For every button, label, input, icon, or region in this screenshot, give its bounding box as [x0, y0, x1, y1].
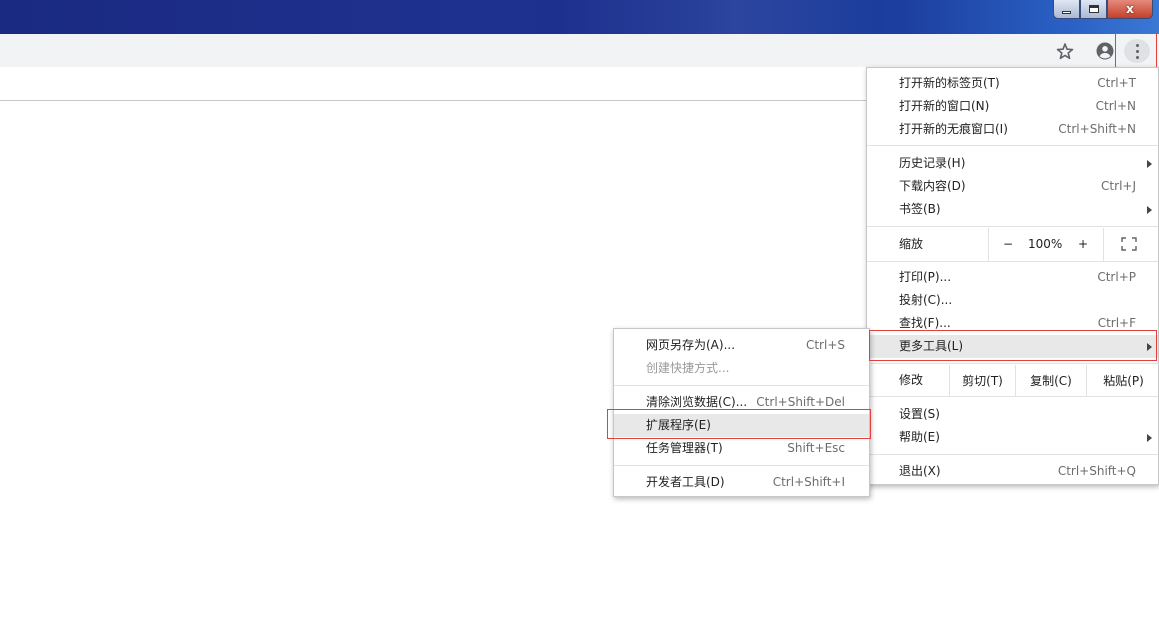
window-title-bar: x — [0, 0, 1159, 34]
menu-item-downloads[interactable]: 下载内容(D) Ctrl+J — [867, 175, 1158, 198]
menu-item-label: 投射(C)... — [899, 293, 953, 307]
extensions-highlight — [607, 409, 871, 439]
submenu-item-dev-tools[interactable]: 开发者工具(D) Ctrl+Shift+I — [614, 471, 869, 494]
zoom-level: 100% — [1028, 237, 1063, 251]
edit-row: 修改 剪切(T) 复制(C) 粘贴(P) — [867, 365, 1158, 396]
cut-button[interactable]: 剪切(T) — [949, 365, 1015, 396]
menu-item-shortcut: Ctrl+P — [1097, 270, 1136, 284]
menu-item-label: 开发者工具(D) — [646, 475, 725, 489]
submenu-arrow-icon — [1147, 160, 1152, 168]
submenu-arrow-icon — [1147, 434, 1152, 442]
menu-separator — [867, 261, 1158, 262]
menu-item-exit[interactable]: 退出(X) Ctrl+Shift+Q — [867, 460, 1158, 483]
paste-button[interactable]: 粘贴(P) — [1086, 365, 1159, 396]
submenu-item-save-page[interactable]: 网页另存为(A)... Ctrl+S — [614, 334, 869, 357]
menu-item-print[interactable]: 打印(P)... Ctrl+P — [867, 266, 1158, 289]
menu-separator — [614, 465, 869, 466]
star-icon[interactable] — [1055, 41, 1075, 61]
menu-item-shortcut: Ctrl+N — [1095, 99, 1136, 113]
submenu-item-create-shortcut: 创建快捷方式... — [614, 357, 869, 380]
menu-item-shortcut: Ctrl+Shift+Del — [756, 395, 845, 409]
menu-item-settings[interactable]: 设置(S) — [867, 403, 1158, 426]
menu-item-new-window[interactable]: 打开新的窗口(N) Ctrl+N — [867, 95, 1158, 118]
menu-item-new-tab[interactable]: 打开新的标签页(T) Ctrl+T — [867, 72, 1158, 95]
zoom-label: 缩放 — [899, 237, 924, 251]
zoom-out-button[interactable]: − — [1003, 237, 1013, 252]
menu-item-label: 书签(B) — [899, 202, 941, 216]
copy-label: 复制(C) — [1030, 374, 1072, 388]
menu-item-label: 任务管理器(T) — [646, 441, 723, 455]
menu-item-label: 打开新的窗口(N) — [899, 99, 990, 113]
menu-item-label: 历史记录(H) — [899, 156, 966, 170]
page-divider — [0, 100, 867, 101]
menu-item-shortcut: Ctrl+T — [1097, 76, 1136, 90]
close-window-button[interactable]: x — [1107, 0, 1153, 19]
menu-item-label: 清除浏览数据(C)... — [646, 395, 748, 409]
submenu-item-task-manager[interactable]: 任务管理器(T) Shift+Esc — [614, 437, 869, 460]
chrome-main-menu: 打开新的标签页(T) Ctrl+T 打开新的窗口(N) Ctrl+N 打开新的无… — [866, 67, 1159, 485]
menu-item-shortcut: Ctrl+Shift+Q — [1057, 464, 1136, 478]
menu-item-label: 退出(X) — [899, 464, 941, 478]
window-controls: x — [1053, 0, 1153, 19]
menu-item-label: 创建快捷方式... — [646, 361, 730, 375]
menu-item-label: 帮助(E) — [899, 430, 940, 444]
submenu-arrow-icon — [1147, 206, 1152, 214]
menu-item-label: 打开新的无痕窗口(I) — [899, 122, 1008, 136]
zoom-row: 缩放 − 100% + — [867, 228, 1158, 261]
account-circle-icon[interactable] — [1095, 41, 1115, 61]
minimize-icon — [1062, 10, 1071, 14]
menu-separator — [614, 385, 869, 386]
copy-button[interactable]: 复制(C) — [1015, 365, 1086, 396]
menu-item-shortcut: Ctrl+S — [805, 338, 845, 352]
more-tools-highlight — [869, 330, 1157, 361]
zoom-in-button[interactable]: + — [1078, 237, 1088, 252]
cut-label: 剪切(T) — [962, 374, 1003, 388]
menu-item-incognito[interactable]: 打开新的无痕窗口(I) Ctrl+Shift+N — [867, 118, 1158, 141]
menu-item-shortcut: Ctrl+Shift+I — [772, 475, 845, 489]
menu-button-highlight — [1115, 33, 1157, 71]
zoom-divider — [1103, 228, 1104, 261]
menu-item-label: 打开新的标签页(T) — [899, 76, 1000, 90]
menu-item-label: 打印(P)... — [899, 270, 952, 284]
menu-item-history[interactable]: 历史记录(H) — [867, 152, 1158, 175]
fullscreen-icon[interactable] — [1121, 237, 1137, 251]
menu-item-label: 查找(F)... — [899, 316, 951, 330]
menu-separator — [867, 396, 1158, 397]
menu-item-bookmarks[interactable]: 书签(B) — [867, 198, 1158, 221]
menu-item-label: 下载内容(D) — [899, 179, 966, 193]
menu-separator — [867, 454, 1158, 455]
menu-separator — [867, 145, 1158, 146]
menu-separator — [867, 363, 1158, 364]
menu-item-shortcut: Shift+Esc — [787, 441, 845, 455]
menu-item-shortcut: Ctrl+Shift+N — [1058, 122, 1136, 136]
menu-item-shortcut: Ctrl+F — [1097, 316, 1136, 330]
maximize-icon — [1088, 5, 1099, 13]
maximize-button[interactable] — [1080, 0, 1107, 19]
minimize-button[interactable] — [1053, 0, 1080, 19]
edit-label: 修改 — [899, 373, 924, 387]
paste-label: 粘贴(P) — [1103, 374, 1144, 388]
menu-item-label: 设置(S) — [899, 407, 940, 421]
browser-toolbar — [0, 34, 1159, 67]
title-bar-glow — [560, 0, 880, 34]
menu-item-shortcut: Ctrl+J — [1101, 179, 1136, 193]
menu-separator — [867, 226, 1158, 227]
menu-item-cast[interactable]: 投射(C)... — [867, 289, 1158, 312]
menu-item-label: 网页另存为(A)... — [646, 338, 736, 352]
close-icon: x — [1126, 2, 1134, 16]
zoom-divider — [988, 228, 989, 261]
menu-item-help[interactable]: 帮助(E) — [867, 426, 1158, 449]
